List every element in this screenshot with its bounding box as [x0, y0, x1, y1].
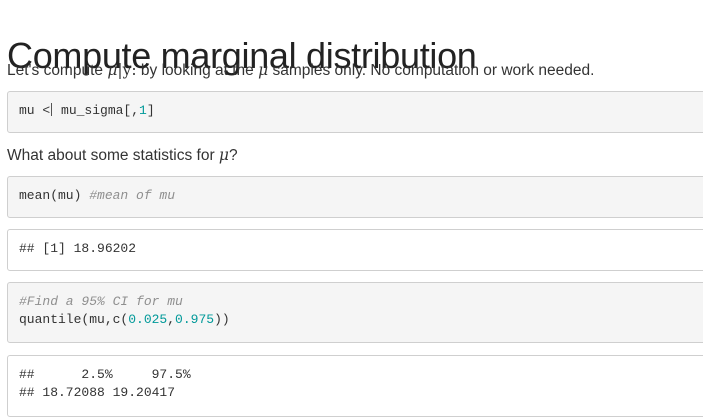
output-line: ## 2.5% 97.5%	[19, 367, 191, 382]
output-block-mean: ## [1] 18.96202	[7, 229, 703, 271]
intro-paragraph: Let's compute μ|y: by looking at the μ s…	[7, 60, 594, 81]
code-comment: #mean of mu	[89, 188, 176, 203]
code-text: quantile(mu,c(	[19, 312, 129, 327]
intro-text-middle: by looking at the	[136, 62, 259, 79]
given-y-symbol: |y:	[117, 61, 137, 79]
code-block-quantile[interactable]: #Find a 95% CI for mu quantile(mu,c(0.02…	[7, 282, 703, 343]
mu-symbol-3: μ	[218, 146, 229, 164]
code-number: 0.975	[175, 312, 215, 327]
code-text: mean(mu)	[19, 188, 90, 203]
stats-text-prefix: What about some statistics for	[7, 147, 219, 164]
stats-paragraph: What about some statistics for μ?	[7, 145, 238, 166]
output-text: ## [1] 18.96202	[19, 241, 137, 256]
output-line: ## 18.72088 19.20417	[19, 385, 176, 400]
code-text: mu_sigma[,	[53, 103, 140, 118]
code-text: ]	[146, 103, 155, 118]
code-comment: #Find a 95% CI for mu	[19, 294, 183, 309]
code-block-assign-mu[interactable]: mu < mu_sigma[,1]	[7, 91, 703, 133]
code-number: 0.025	[128, 312, 168, 327]
intro-text-suffix: samples only. No computation or work nee…	[268, 62, 595, 79]
code-block-mean[interactable]: mean(mu) #mean of mu	[7, 176, 703, 218]
mu-symbol-2: μ	[258, 61, 269, 79]
mu-symbol: μ	[107, 61, 118, 79]
code-text: ))	[214, 312, 230, 327]
code-number: 1	[139, 103, 147, 118]
output-block-quantile: ## 2.5% 97.5% ## 18.72088 19.20417	[7, 355, 703, 417]
stats-text-suffix: ?	[229, 147, 238, 164]
intro-text-prefix: Let's compute	[7, 62, 108, 79]
code-text: ,	[167, 312, 176, 327]
code-text: mu <	[19, 103, 51, 118]
